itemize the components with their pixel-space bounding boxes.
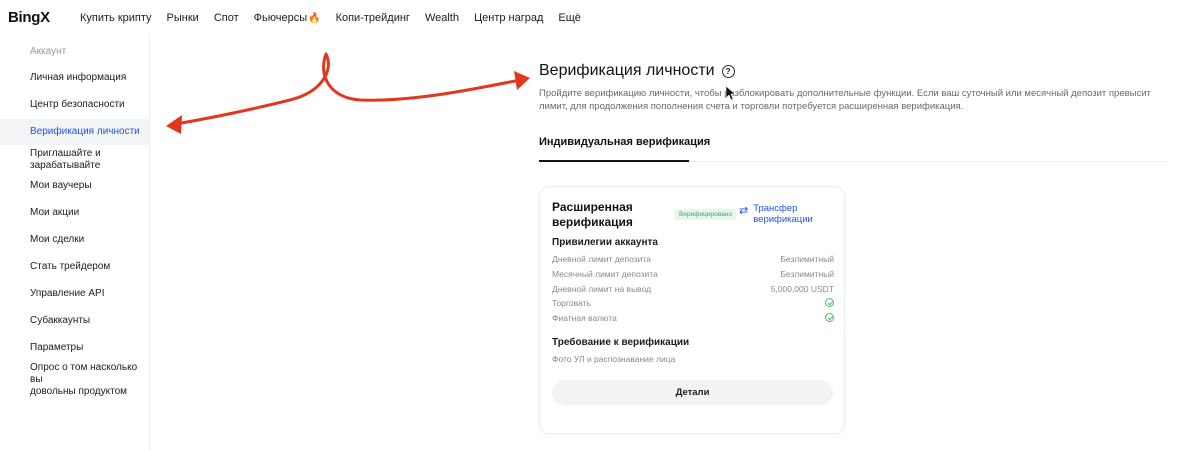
- tab-individual-verification[interactable]: Индивидуальная верификация: [539, 136, 710, 148]
- nav-item-futures[interactable]: Фьючерсы🔥: [254, 12, 321, 24]
- sidebar-item-become-trader[interactable]: Стать трейдером: [0, 261, 149, 273]
- nav-item-spot[interactable]: Спот: [214, 12, 239, 24]
- requirement-text: Фото УЛ и распознавание лица: [552, 354, 676, 364]
- nav-item-futures-label: Фьючерсы: [253, 12, 308, 24]
- sidebar-item-my-trades[interactable]: Мои сделки: [0, 234, 149, 246]
- nav-item-markets[interactable]: Рынки: [167, 12, 199, 24]
- active-tab-indicator: [539, 160, 689, 162]
- privilege-value: Безлимитный: [780, 269, 834, 279]
- privilege-row: Фиатная валюта: [552, 313, 834, 325]
- privilege-label: Месячный лимит депозита: [552, 269, 658, 279]
- sidebar-item-satisfaction-survey[interactable]: Опрос о том насколько вы довольны продук…: [0, 362, 149, 398]
- sidebar-item-api-management[interactable]: Управление API: [0, 288, 149, 300]
- sidebar-item-subaccounts[interactable]: Субаккаунты: [0, 315, 149, 327]
- verified-badge: Верифицировано: [675, 209, 736, 220]
- page-title: Верификация личности ?: [539, 62, 735, 80]
- arrow-head-left-icon: [166, 115, 182, 134]
- privilege-label: Фиатная валюта: [552, 313, 617, 323]
- arrow-to-sidebar: [174, 52, 330, 126]
- privilege-label: Дневной лимит на вывод: [552, 284, 652, 294]
- arrow-to-title: [322, 52, 522, 102]
- requirement-title: Требование к верификации: [552, 337, 690, 348]
- check-circle-icon: [825, 313, 834, 322]
- sidebar-item-settings[interactable]: Параметры: [0, 342, 149, 354]
- sidebar-item-my-promotions[interactable]: Мои акции: [0, 207, 149, 219]
- advanced-verification-card: Расширенная верификация Верифицировано ⇄…: [539, 186, 845, 434]
- account-sidebar: Аккаунт Личная информация Центр безопасн…: [0, 36, 150, 450]
- tab-divider: [689, 161, 1169, 162]
- help-icon[interactable]: ?: [721, 64, 735, 78]
- fire-icon: 🔥: [308, 13, 321, 24]
- card-title: Расширенная верификация: [552, 200, 633, 229]
- sidebar-item-invite-earn[interactable]: Приглашайте и зарабатывайте: [0, 148, 149, 172]
- details-button[interactable]: Детали: [552, 380, 833, 405]
- transfer-verification-link[interactable]: ⇄ Трансфер верификации: [739, 203, 833, 225]
- nav-item-copy-trading[interactable]: Копи-трейдинг: [336, 12, 410, 24]
- bingx-logo[interactable]: BingX: [8, 9, 50, 26]
- privilege-row: Дневной лимит на вывод 5,000,000 USDT: [552, 284, 834, 296]
- nav-item-buy-crypto[interactable]: Купить крипту: [80, 12, 152, 24]
- nav-menu: Купить крипту Рынки Спот Фьючерсы🔥 Копи-…: [80, 0, 596, 36]
- transfer-verification-label: Трансфер верификации: [753, 203, 813, 225]
- privileges-title: Привилегии аккаунта: [552, 237, 658, 248]
- privilege-value: 5,000,000 USDT: [770, 284, 834, 294]
- sidebar-item-security-center[interactable]: Центр безопасности: [0, 99, 149, 111]
- verification-description: Пройдите верификацию личности, чтобы раз…: [539, 88, 1151, 112]
- sidebar-header: Аккаунт: [30, 46, 67, 57]
- privilege-label: Торговать: [552, 298, 591, 308]
- privilege-value: Безлимитный: [780, 254, 834, 264]
- nav-item-wealth[interactable]: Wealth: [425, 12, 459, 24]
- arrow-head-right-icon: [514, 71, 530, 90]
- privilege-row: Дневной лимит депозита Безлимитный: [552, 254, 834, 266]
- top-navigation: BingX Купить крипту Рынки Спот Фьючерсы🔥…: [0, 0, 1200, 36]
- swap-arrows-icon: ⇄: [739, 205, 749, 217]
- sidebar-item-personal-info[interactable]: Личная информация: [0, 72, 149, 84]
- privilege-row: Месячный лимит депозита Безлимитный: [552, 269, 834, 281]
- nav-item-rewards-center[interactable]: Центр наград: [474, 12, 543, 24]
- page-title-text: Верификация личности: [539, 62, 715, 79]
- check-circle-icon: [825, 298, 834, 307]
- sidebar-item-my-vouchers[interactable]: Мои ваучеры: [0, 180, 149, 192]
- privilege-row: Торговать: [552, 298, 834, 310]
- nav-item-more[interactable]: Ещё: [558, 12, 581, 24]
- sidebar-item-identity-verification[interactable]: Верификация личности: [0, 119, 149, 145]
- privilege-label: Дневной лимит депозита: [552, 254, 651, 264]
